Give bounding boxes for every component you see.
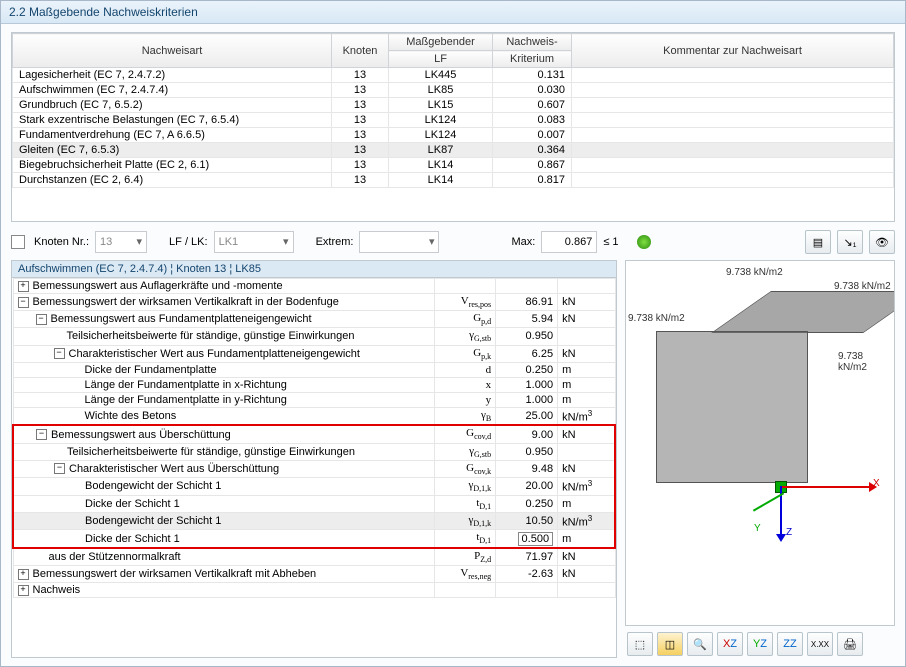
- detail-row[interactable]: aus der StützennormalkraftPZ,d71.97kN: [13, 548, 615, 566]
- tree-toggle-icon[interactable]: −: [54, 348, 65, 359]
- detail-row[interactable]: +Bemessungswert der wirksamen Vertikalkr…: [13, 565, 615, 582]
- max-value: 0.867: [541, 231, 597, 253]
- filter-bar: Knoten Nr.: 13 ▾ LF / LK: LK1 ▾ Extrem: …: [1, 226, 905, 260]
- col-nachweisart[interactable]: Nachweisart: [13, 34, 332, 68]
- detail-row[interactable]: Dicke der Schicht 1tD,10.250m: [13, 495, 615, 512]
- col-knoten[interactable]: Knoten: [332, 34, 389, 68]
- table-row[interactable]: Biegebruchsicherheit Platte (EC 2, 6.1)1…: [13, 158, 894, 173]
- knoten-select[interactable]: 13 ▾: [95, 231, 147, 253]
- cube-graphic: [656, 301, 866, 511]
- extrem-select[interactable]: ▾: [359, 231, 439, 253]
- detail-row[interactable]: +Nachweis: [13, 583, 615, 598]
- status-ok-icon: [637, 235, 651, 249]
- eye-btn[interactable]: 👁: [869, 230, 895, 254]
- filter-btn-1[interactable]: ▤: [805, 230, 831, 254]
- detail-row[interactable]: −Bemessungswert der wirksamen Vertikalkr…: [13, 294, 615, 311]
- goto-btn[interactable]: ↘₁: [837, 230, 863, 254]
- max-label: Max:: [511, 236, 535, 248]
- table-row[interactable]: Stark exzentrische Belastungen (EC 7, 6.…: [13, 113, 894, 128]
- view-xxx-btn[interactable]: X.XX: [807, 632, 833, 656]
- table-row[interactable]: Lagesicherheit (EC 7, 2.4.7.2)13LK4450.1…: [13, 68, 894, 83]
- tree-toggle-icon[interactable]: −: [36, 429, 47, 440]
- col-lf[interactable]: LF: [389, 51, 493, 68]
- max-condition: ≤ 1: [603, 236, 618, 248]
- view-toolbar: ⬚ ◫ 🔍 XZ YZ ZZ X.XX 🖨: [625, 626, 895, 658]
- axis-z-label: Z: [786, 527, 792, 538]
- table-row[interactable]: Grundbruch (EC 7, 6.5.2)13LK150.607: [13, 98, 894, 113]
- tree-toggle-icon[interactable]: −: [54, 463, 65, 474]
- view-yz-btn[interactable]: YZ: [747, 632, 773, 656]
- view-find-btn[interactable]: 🔍: [687, 632, 713, 656]
- criteria-table: Nachweisart Knoten Maßgebender Nachweis-…: [11, 32, 895, 222]
- table-row[interactable]: Gleiten (EC 7, 6.5.3)13LK870.364: [13, 143, 894, 158]
- detail-row[interactable]: Dicke der Fundamentplatted0.250m: [13, 362, 615, 377]
- col-krit-group[interactable]: Nachweis-: [493, 34, 572, 51]
- axis-x-label: X: [873, 478, 880, 489]
- col-kommentar[interactable]: Kommentar zur Nachweisart: [572, 34, 894, 68]
- detail-row[interactable]: −Bemessungswert aus Fundamentplatteneige…: [13, 311, 615, 328]
- tree-toggle-icon[interactable]: −: [36, 314, 47, 325]
- detail-row[interactable]: −Charakteristischer Wert aus Überschüttu…: [13, 460, 615, 477]
- detail-row[interactable]: Länge der Fundamentplatte in y-Richtungy…: [13, 392, 615, 407]
- col-lf-group[interactable]: Maßgebender: [389, 34, 493, 51]
- detail-row[interactable]: Wichte des BetonsγB25.00kN/m3: [13, 407, 615, 425]
- tree-toggle-icon[interactable]: −: [18, 297, 29, 308]
- col-kriterium[interactable]: Kriterium: [493, 51, 572, 68]
- detail-row[interactable]: Bodengewicht der Schicht 1γD,1,k20.00kN/…: [13, 477, 615, 495]
- tree-toggle-icon[interactable]: +: [18, 569, 29, 580]
- detail-row[interactable]: Teilsicherheitsbeiwerte für ständige, gü…: [13, 443, 615, 460]
- panel-title: 2.2 Maßgebende Nachweiskriterien: [1, 1, 905, 24]
- detail-title: Aufschwimmen (EC 7, 2.4.7.4) ¦ Knoten 13…: [12, 261, 616, 278]
- table-row[interactable]: Durchstanzen (EC 2, 6.4)13LK140.817: [13, 173, 894, 188]
- lflk-select[interactable]: LK1 ▾: [214, 231, 294, 253]
- detail-row[interactable]: +Bemessungswert aus Auflagerkräfte und -…: [13, 279, 615, 294]
- lflk-label: LF / LK:: [169, 236, 208, 248]
- view-iso-btn[interactable]: ⬚: [627, 632, 653, 656]
- detail-row[interactable]: −Charakteristischer Wert aus Fundamentpl…: [13, 345, 615, 362]
- tree-toggle-icon[interactable]: +: [18, 585, 29, 596]
- knoten-label: Knoten Nr.:: [34, 236, 89, 248]
- extrem-label: Extrem:: [316, 236, 354, 248]
- detail-row[interactable]: −Bemessungswert aus ÜberschüttungGcov,d9…: [13, 425, 615, 443]
- detail-row[interactable]: Teilsicherheitsbeiwerte für ständige, gü…: [13, 328, 615, 345]
- knoten-checkbox[interactable]: [11, 235, 25, 249]
- view-print-btn[interactable]: 🖨: [837, 632, 863, 656]
- load-label-top: 9.738 kN/m2: [726, 267, 783, 278]
- table-row[interactable]: Aufschwimmen (EC 7, 2.4.7.4)13LK850.030: [13, 83, 894, 98]
- view-box-btn[interactable]: ◫: [657, 632, 683, 656]
- detail-row[interactable]: Länge der Fundamentplatte in x-Richtungx…: [13, 377, 615, 392]
- detail-row[interactable]: Dicke der Schicht 1tD,10.500m: [13, 530, 615, 548]
- tree-toggle-icon[interactable]: +: [18, 281, 29, 292]
- axis-y-label: Y: [754, 523, 761, 534]
- detail-row[interactable]: Bodengewicht der Schicht 1γD,1,k10.50kN/…: [13, 512, 615, 530]
- view-xz-btn[interactable]: XZ: [717, 632, 743, 656]
- view-zz-btn[interactable]: ZZ: [777, 632, 803, 656]
- table-row[interactable]: Fundamentverdrehung (EC 7, A 6.6.5)13LK1…: [13, 128, 894, 143]
- 3d-viewport[interactable]: 9.738 kN/m2 9.738 kN/m2 9.738 kN/m2 9.73…: [625, 260, 895, 626]
